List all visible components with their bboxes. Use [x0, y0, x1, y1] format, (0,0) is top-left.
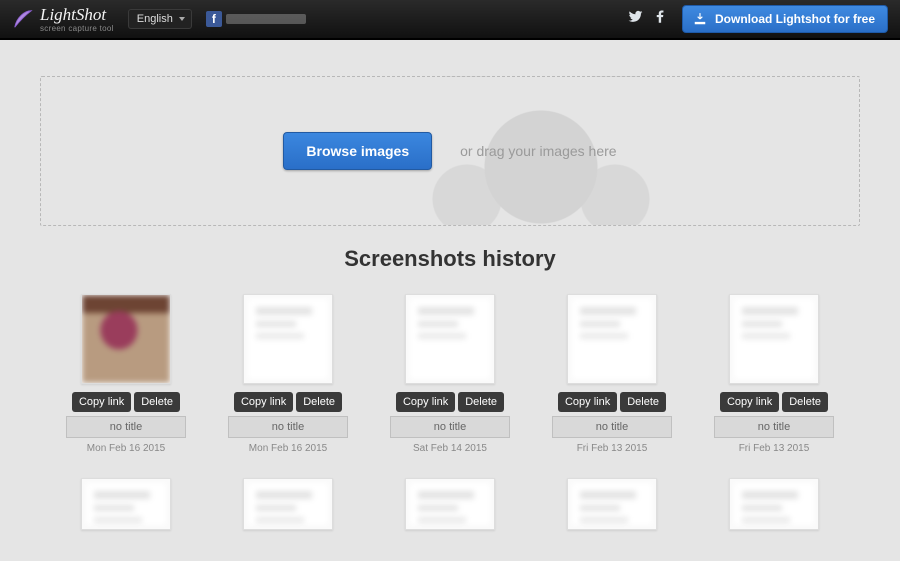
copy-link-button[interactable]: Copy link	[396, 392, 455, 412]
thumbnail[interactable]	[567, 478, 657, 530]
delete-button[interactable]: Delete	[296, 392, 342, 412]
twitter-icon[interactable]	[628, 9, 643, 29]
copy-link-button[interactable]: Copy link	[558, 392, 617, 412]
title-field[interactable]: no title	[390, 416, 510, 438]
delete-button[interactable]: Delete	[620, 392, 666, 412]
delete-button[interactable]: Delete	[782, 392, 828, 412]
date-label: Fri Feb 13 2015	[739, 443, 810, 454]
language-label: English	[137, 13, 173, 25]
thumbnail[interactable]	[729, 294, 819, 384]
history-heading: Screenshots history	[0, 246, 900, 272]
screenshot-grid-partial	[0, 478, 900, 530]
copy-link-button[interactable]: Copy link	[234, 392, 293, 412]
title-field[interactable]: no title	[228, 416, 348, 438]
facebook-account[interactable]: f	[206, 11, 306, 27]
upload-dropzone[interactable]: Browse images or drag your images here	[40, 76, 860, 226]
download-button[interactable]: Download Lightshot for free	[682, 5, 888, 33]
facebook-link-icon[interactable]	[653, 9, 668, 29]
screenshot-card: Copy link Delete no title Mon Feb 16 201…	[223, 294, 353, 454]
download-icon	[693, 12, 707, 26]
date-label: Mon Feb 16 2015	[87, 443, 165, 454]
thumbnail[interactable]	[729, 478, 819, 530]
drag-hint: or drag your images here	[460, 143, 616, 159]
date-label: Fri Feb 13 2015	[577, 443, 648, 454]
social-links	[628, 9, 668, 29]
screenshot-card: Copy link Delete no title Mon Feb 16 201…	[61, 294, 191, 454]
browse-button[interactable]: Browse images	[283, 132, 432, 170]
thumbnail[interactable]	[243, 294, 333, 384]
date-label: Mon Feb 16 2015	[249, 443, 327, 454]
thumbnail[interactable]	[567, 294, 657, 384]
title-field[interactable]: no title	[66, 416, 186, 438]
language-select[interactable]: English	[128, 9, 192, 29]
thumbnail[interactable]	[243, 478, 333, 530]
date-label: Sat Feb 14 2015	[413, 443, 487, 454]
feather-icon	[12, 8, 34, 30]
title-field[interactable]: no title	[552, 416, 672, 438]
top-nav: LightShot screen capture tool English f …	[0, 0, 900, 40]
brand-tagline: screen capture tool	[40, 25, 114, 33]
thumbnail[interactable]	[405, 294, 495, 384]
copy-link-button[interactable]: Copy link	[720, 392, 779, 412]
thumbnail[interactable]	[81, 294, 171, 384]
screenshot-card: Copy link Delete no title Fri Feb 13 201…	[547, 294, 677, 454]
thumbnail[interactable]	[81, 478, 171, 530]
download-label: Download Lightshot for free	[715, 12, 875, 26]
screenshot-grid: Copy link Delete no title Mon Feb 16 201…	[0, 294, 900, 474]
facebook-username-redacted	[226, 14, 306, 24]
delete-button[interactable]: Delete	[458, 392, 504, 412]
delete-button[interactable]: Delete	[134, 392, 180, 412]
screenshot-card: Copy link Delete no title Fri Feb 13 201…	[709, 294, 839, 454]
thumbnail[interactable]	[405, 478, 495, 530]
title-field[interactable]: no title	[714, 416, 834, 438]
logo[interactable]: LightShot screen capture tool	[12, 6, 114, 33]
brand-name: LightShot	[40, 6, 114, 23]
copy-link-button[interactable]: Copy link	[72, 392, 131, 412]
screenshot-card: Copy link Delete no title Sat Feb 14 201…	[385, 294, 515, 454]
facebook-icon: f	[206, 11, 222, 27]
